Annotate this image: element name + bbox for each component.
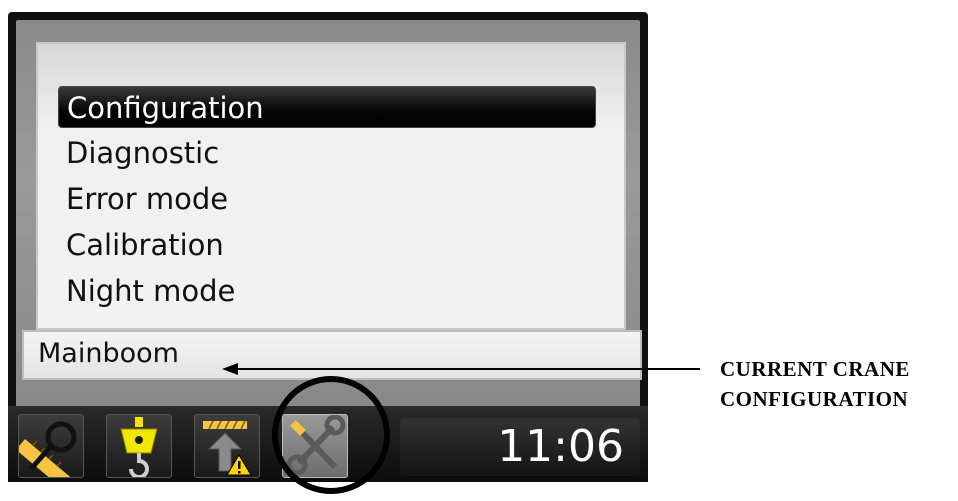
callout-label-line1: CURRENT CRANE	[720, 357, 910, 381]
callout-label: CURRENT CRANE CONFIGURATION	[720, 354, 958, 414]
callout-arrow	[222, 363, 700, 375]
callout-label-line2: CONFIGURATION	[720, 387, 909, 411]
